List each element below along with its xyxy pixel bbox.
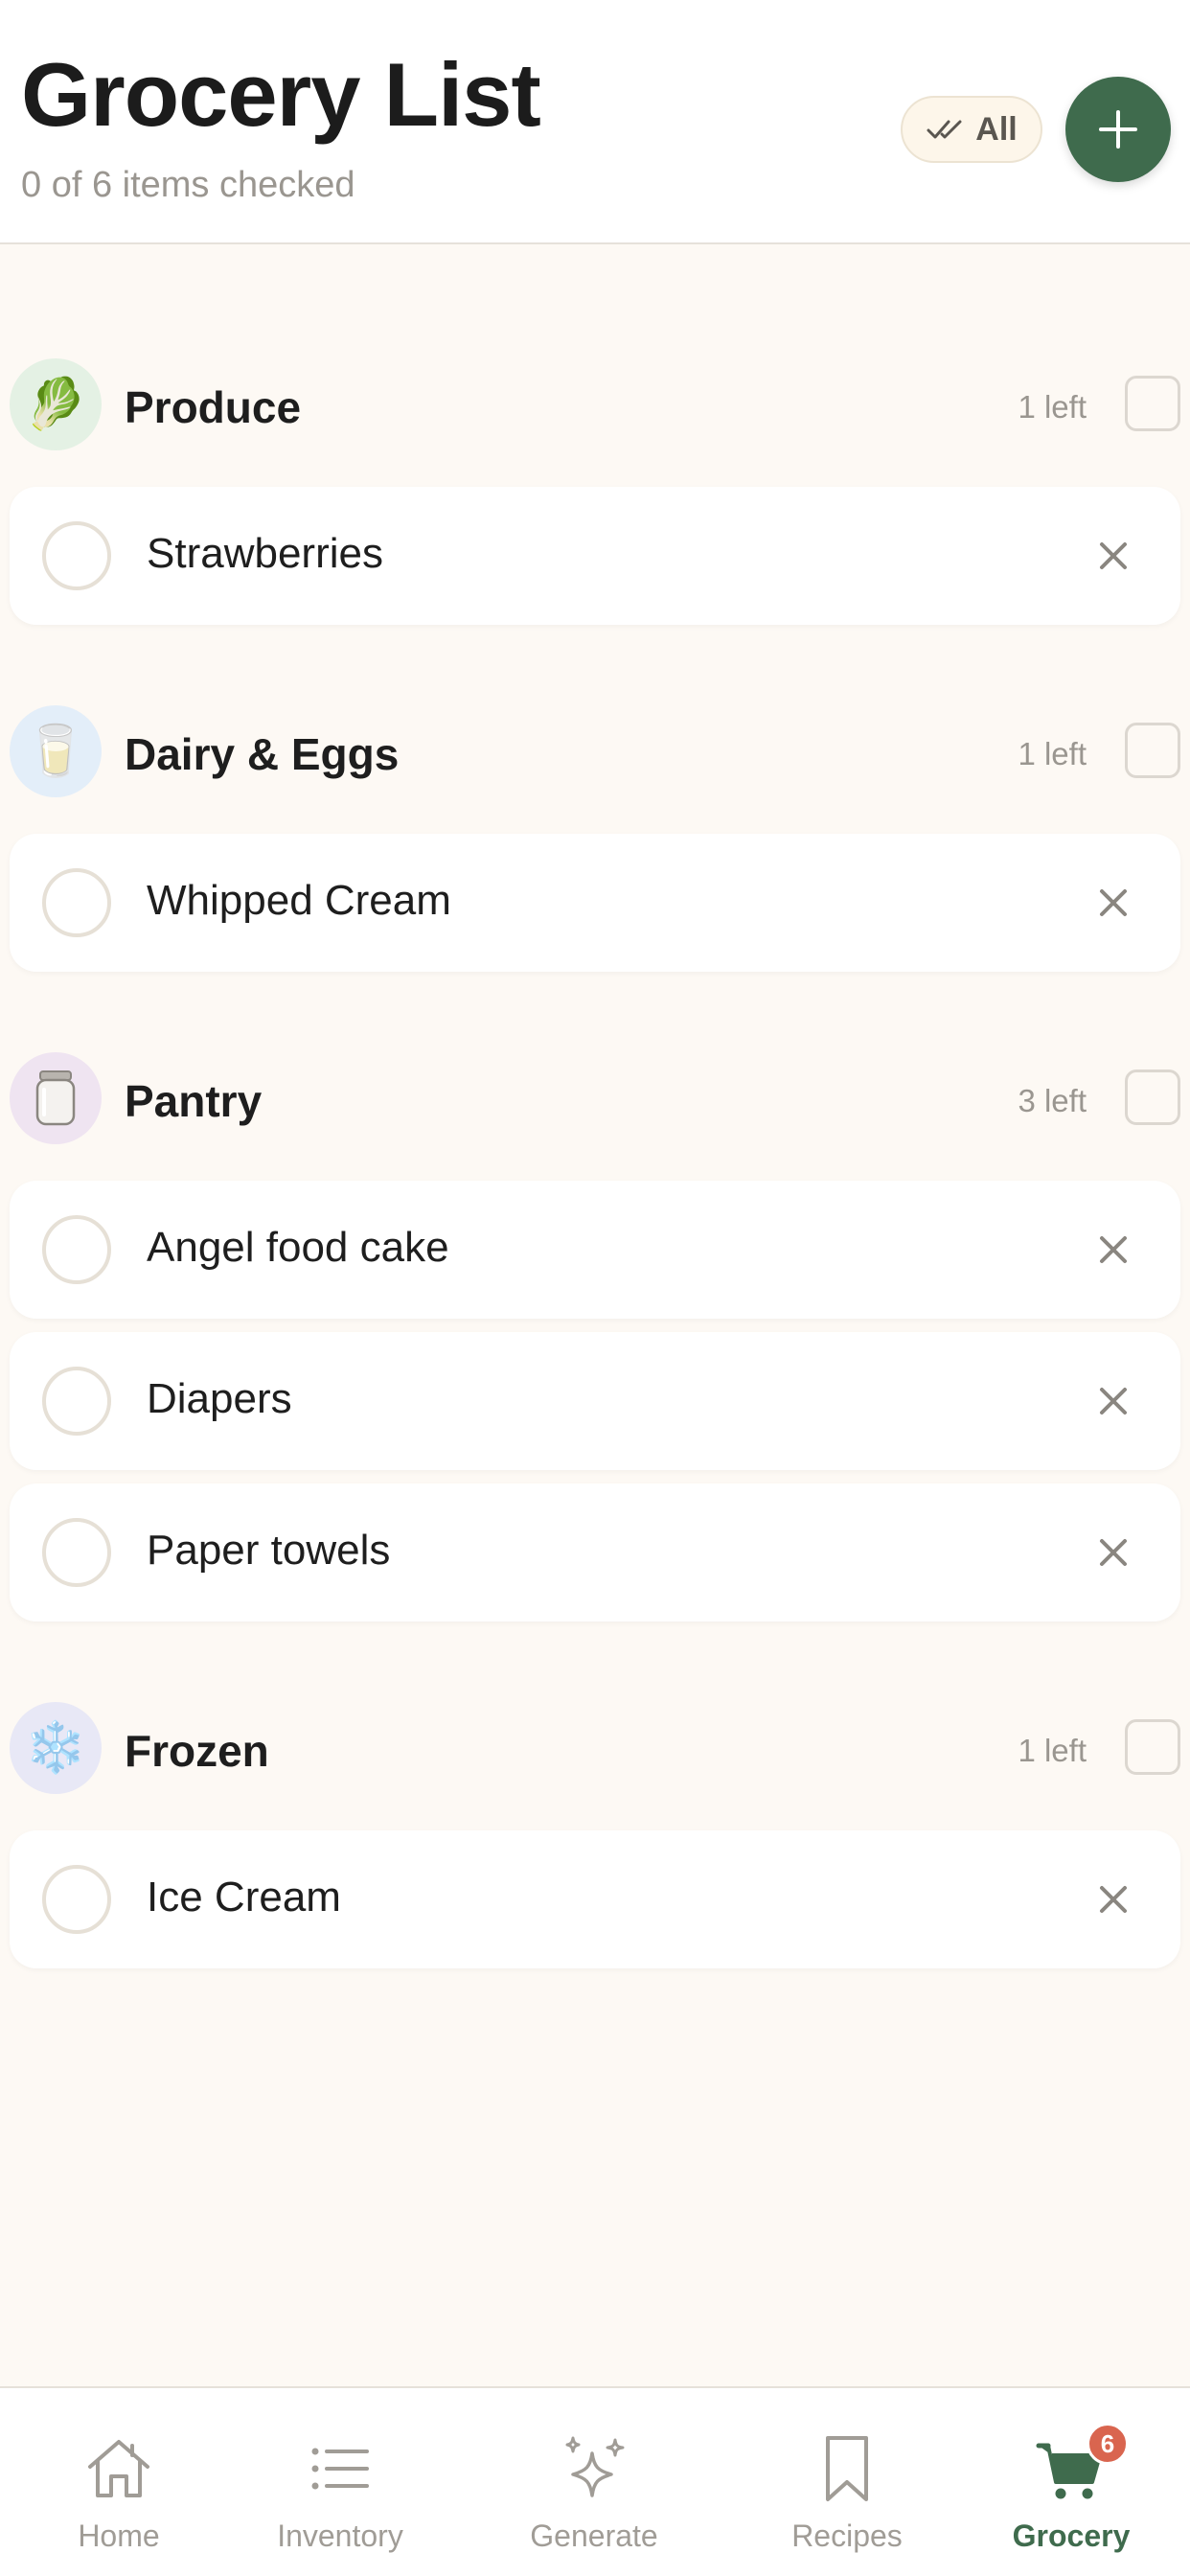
category-header-frozen: ❄️ Frozen 1 left xyxy=(0,1702,1190,1798)
tab-label: Recipes xyxy=(791,2518,903,2553)
item-name: Strawberries xyxy=(147,530,383,577)
grocery-list-screen: Grocery List 0 of 6 items checked All 🥬 … xyxy=(0,0,1190,2576)
items-left-count: 1 left xyxy=(1018,736,1087,771)
bookmark-icon xyxy=(826,2436,868,2501)
item-checkbox[interactable] xyxy=(42,1367,111,1436)
double-check-icon xyxy=(927,120,962,139)
category-header-dairy: 🥛 Dairy & Eggs 1 left xyxy=(0,705,1190,801)
plus-icon xyxy=(1099,110,1137,149)
tab-recipes[interactable]: Recipes xyxy=(728,2388,966,2576)
tab-home[interactable]: Home xyxy=(0,2388,238,2576)
page-title: Grocery List xyxy=(21,44,541,145)
category-name: Dairy & Eggs xyxy=(125,729,400,779)
items-left-count: 1 left xyxy=(1018,1733,1087,1768)
category-checkbox[interactable] xyxy=(1125,1070,1180,1125)
category-header-pantry: Pantry 3 left xyxy=(0,1052,1190,1148)
home-icon xyxy=(88,2440,149,2497)
item-name: Whipped Cream xyxy=(147,877,451,924)
item-checkbox[interactable] xyxy=(42,1518,111,1587)
list-icon xyxy=(311,2448,369,2490)
list-item[interactable]: Angel food cake xyxy=(10,1181,1180,1319)
item-name: Diapers xyxy=(147,1375,292,1422)
category-checkbox[interactable] xyxy=(1125,723,1180,778)
header: Grocery List 0 of 6 items checked All xyxy=(0,0,1190,244)
item-checkbox[interactable] xyxy=(42,521,111,590)
category-checkbox[interactable] xyxy=(1125,1719,1180,1775)
list-item[interactable]: Paper towels xyxy=(10,1484,1180,1622)
items-left-count: 3 left xyxy=(1018,1083,1087,1118)
tab-label: Home xyxy=(78,2518,160,2553)
item-name: Angel food cake xyxy=(147,1224,449,1271)
close-icon[interactable] xyxy=(1094,537,1133,575)
item-checkbox[interactable] xyxy=(42,1215,111,1284)
lettuce-icon: 🥬 xyxy=(10,358,102,450)
tab-grocery[interactable]: 6 Grocery xyxy=(952,2388,1190,2576)
tab-label: Inventory xyxy=(277,2518,403,2553)
item-checkbox[interactable] xyxy=(42,1865,111,1934)
category-name: Frozen xyxy=(125,1726,269,1776)
check-all-label: All xyxy=(975,110,1018,148)
tab-generate[interactable]: Generate xyxy=(475,2388,713,2576)
close-icon[interactable] xyxy=(1094,1533,1133,1572)
sparkles-icon xyxy=(565,2436,625,2497)
list-item[interactable]: Diapers xyxy=(10,1332,1180,1470)
close-icon[interactable] xyxy=(1094,1880,1133,1919)
jar-icon xyxy=(10,1052,102,1144)
list-item[interactable]: Strawberries xyxy=(10,487,1180,625)
tab-label: Grocery xyxy=(1012,2518,1131,2553)
snowflake-icon: ❄️ xyxy=(10,1702,102,1794)
tab-inventory[interactable]: Inventory xyxy=(221,2388,459,2576)
tab-bar: Home Inventory Generate Recipes 6 Grocer… xyxy=(0,2386,1190,2576)
cart-count-badge: 6 xyxy=(1087,2423,1129,2465)
category-checkbox[interactable] xyxy=(1125,376,1180,431)
category-name: Produce xyxy=(125,382,302,432)
close-icon[interactable] xyxy=(1094,884,1133,922)
close-icon[interactable] xyxy=(1094,1230,1133,1269)
checked-count: 0 of 6 items checked xyxy=(21,165,355,205)
list-item[interactable]: Whipped Cream xyxy=(10,834,1180,972)
items-left-count: 1 left xyxy=(1018,389,1087,425)
category-name: Pantry xyxy=(125,1076,263,1126)
close-icon[interactable] xyxy=(1094,1382,1133,1420)
category-header-produce: 🥬 Produce 1 left xyxy=(0,358,1190,454)
milk-glass-icon: 🥛 xyxy=(10,705,102,797)
tab-label: Generate xyxy=(530,2518,658,2553)
item-checkbox[interactable] xyxy=(42,868,111,937)
item-name: Ice Cream xyxy=(147,1874,341,1920)
item-name: Paper towels xyxy=(147,1527,391,1574)
check-all-button[interactable]: All xyxy=(901,96,1042,163)
add-item-button[interactable] xyxy=(1065,77,1171,182)
list-item[interactable]: Ice Cream xyxy=(10,1830,1180,1968)
